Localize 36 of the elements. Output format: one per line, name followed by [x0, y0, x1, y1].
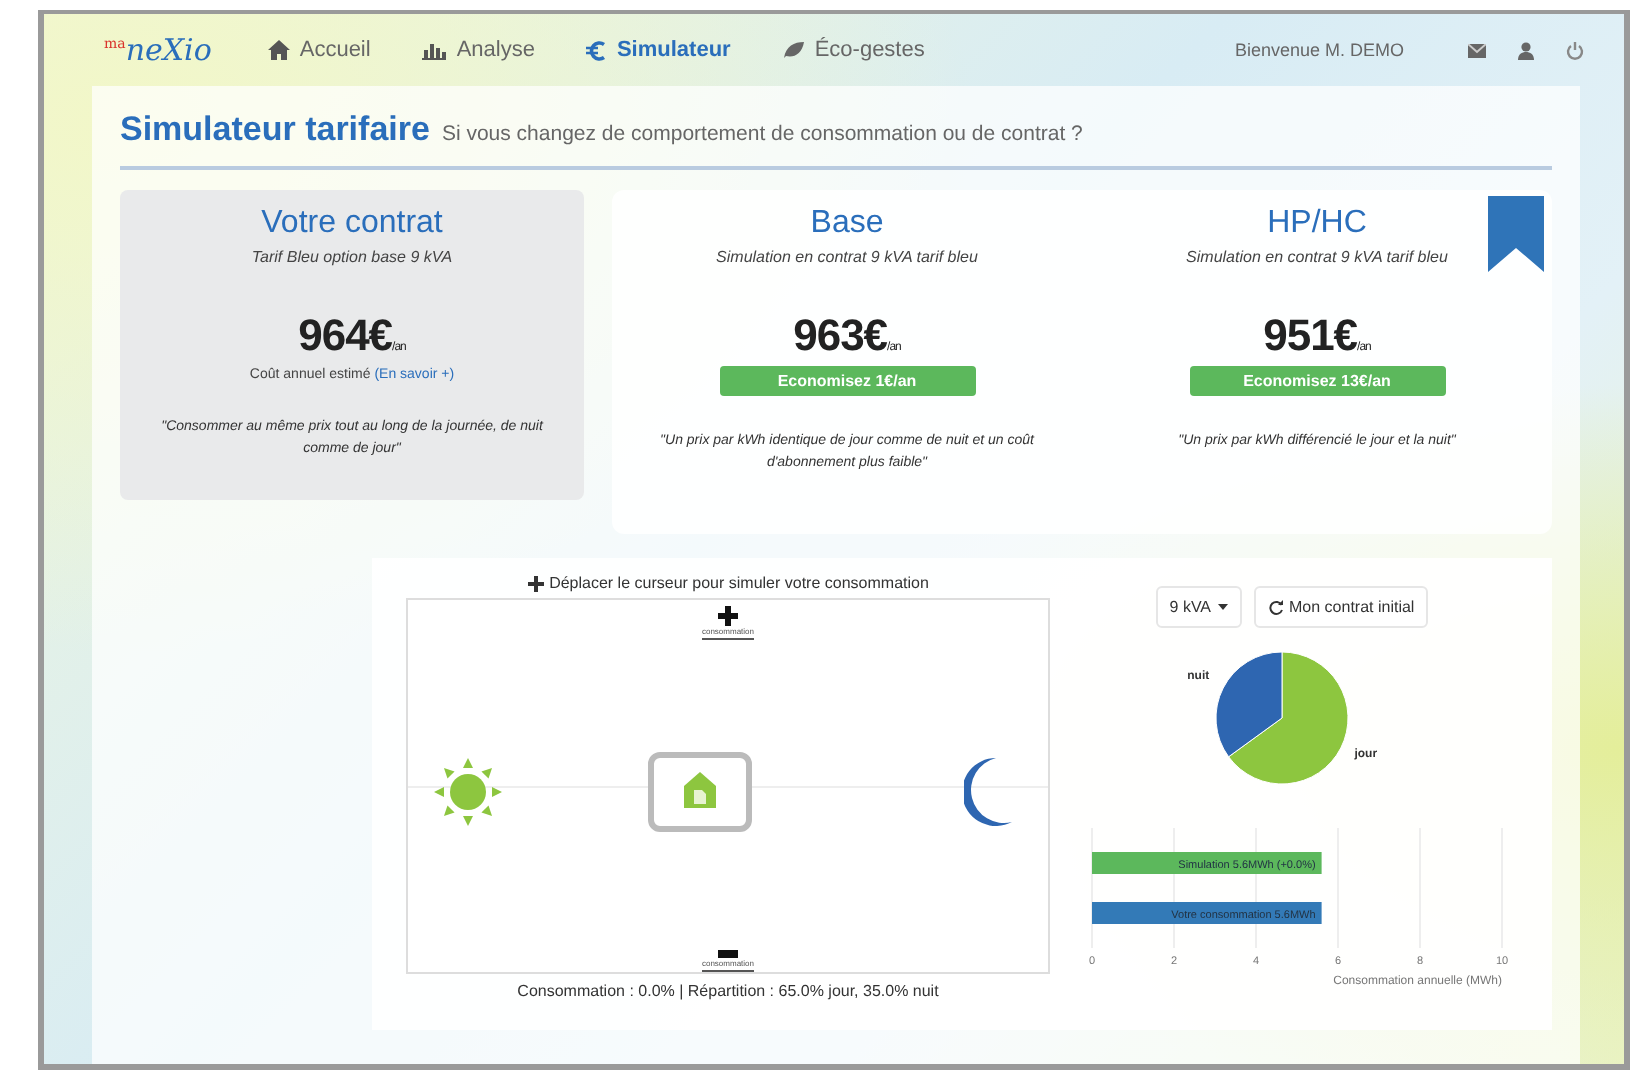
greeting: Bienvenue M. DEMO	[1234, 40, 1404, 60]
moon-icon	[964, 758, 1012, 826]
envelope-icon[interactable]	[1468, 43, 1486, 57]
savings-badge: Economisez 1€/an	[719, 366, 975, 396]
reset-button[interactable]: Mon contrat initial	[1253, 586, 1429, 628]
home-icon	[267, 40, 290, 60]
card-title: Base	[810, 206, 884, 242]
minus-icon	[717, 950, 738, 958]
bar-chart-icon	[422, 40, 447, 60]
move-arrows-icon	[527, 575, 544, 591]
euro-icon	[586, 39, 607, 61]
nav-item[interactable]: Simulateur	[586, 38, 731, 62]
brand-logo[interactable]: $^{ma}$ neXio	[104, 32, 212, 68]
nav-item[interactable]: Analyse	[422, 38, 535, 62]
card-title: HP/HC	[1267, 206, 1367, 242]
house-icon	[684, 772, 716, 812]
plus-icon	[717, 606, 738, 626]
power-icon[interactable]	[1566, 41, 1584, 59]
caret-icon	[1217, 604, 1228, 610]
page-subtitle: Si vous changez de comportement de consommation ou de contrat ?	[441, 122, 1083, 146]
sun-icon	[432, 756, 504, 828]
page-title: Simulateur tarifaire	[120, 110, 430, 150]
card-subtitle: Tarif Bleu option base 9 kVA	[251, 248, 453, 266]
simulation-status: Consommation : 0.0% | Répartition : 65.0% jour, 35.0% nuit	[517, 982, 939, 1000]
leaf-icon	[782, 40, 805, 60]
power-dropdown[interactable]: 9 kVA	[1155, 586, 1242, 628]
refresh-icon	[1267, 599, 1284, 615]
cursor-handle[interactable]	[648, 752, 752, 832]
user-icon[interactable]	[1518, 41, 1534, 59]
card-subtitle: Simulation en contrat 9 kVA tarif bleu	[716, 248, 978, 266]
nav-item[interactable]: Éco-gestes	[782, 38, 925, 62]
card-title: Votre contrat	[261, 206, 443, 242]
card-subtitle: Simulation en contrat 9 kVA tarif bleu	[1186, 248, 1448, 266]
nav-item[interactable]: Accueil	[267, 38, 371, 62]
simulator-hint: Déplacer le curseur pour simuler votre consommation	[549, 574, 929, 592]
savings-badge: Economisez 13€/an	[1189, 366, 1445, 396]
